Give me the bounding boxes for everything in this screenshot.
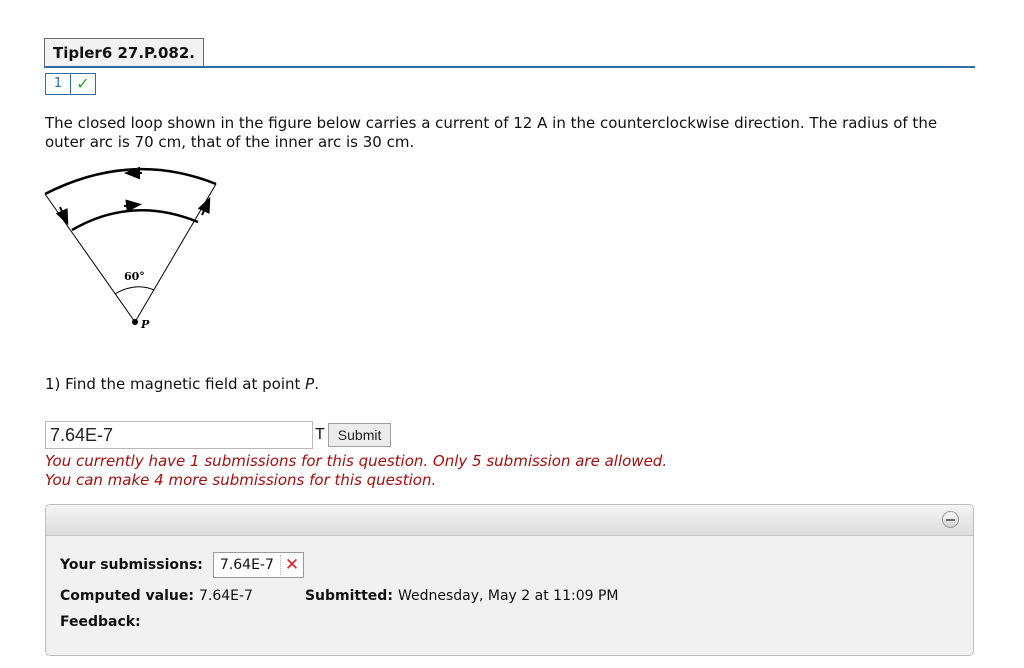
prompt-variable: P bbox=[305, 375, 315, 393]
part-navigation: 1 ✓ bbox=[45, 73, 96, 95]
submitted-value: Wednesday, May 2 at 11:09 PM bbox=[397, 588, 619, 604]
submission-chip[interactable]: 7.64E-7 ✕ bbox=[212, 552, 305, 578]
check-icon: ✓ bbox=[70, 73, 96, 95]
feedback-row: Feedback: bbox=[60, 614, 973, 630]
submissions-panel: Your submissions: 7.64E-7 ✕ Computed val… bbox=[45, 504, 974, 656]
panel-body: Your submissions: 7.64E-7 ✕ Computed val… bbox=[46, 536, 973, 630]
computed-value: 7.64E-7 bbox=[198, 588, 253, 604]
panel-header bbox=[46, 505, 973, 536]
part-1-tab[interactable]: 1 bbox=[45, 73, 71, 95]
notice-line-1: You currently have 1 submissions for thi… bbox=[45, 452, 668, 470]
question-text: The closed loop shown in the figure belo… bbox=[45, 114, 938, 151]
collapse-icon[interactable] bbox=[942, 511, 959, 528]
notice-line-2: You can make 4 more submissions for this… bbox=[45, 471, 437, 489]
your-submissions-row: Your submissions: 7.64E-7 ✕ bbox=[60, 552, 973, 578]
prompt-text: 1) Find the magnetic field at point bbox=[45, 375, 306, 393]
loop-diagram: 60° P bbox=[44, 166, 217, 331]
submit-button[interactable]: Submit bbox=[327, 423, 392, 447]
answer-row: T Submit bbox=[45, 421, 392, 449]
your-submissions-label: Your submissions: bbox=[60, 557, 203, 573]
loop-figure: 60° P bbox=[42, 160, 227, 335]
part-1-prompt: 1) Find the magnetic field at point P. bbox=[45, 375, 319, 393]
feedback-label: Feedback: bbox=[60, 614, 141, 630]
submitted-label: Submitted: bbox=[304, 588, 393, 604]
unit-label: T bbox=[315, 426, 325, 443]
point-p-label: P bbox=[140, 318, 150, 331]
prompt-end: . bbox=[314, 375, 319, 393]
angle-label: 60° bbox=[124, 270, 145, 283]
submission-notice: You currently have 1 submissions for thi… bbox=[45, 452, 667, 490]
computed-label: Computed value: bbox=[60, 588, 194, 604]
submission-value: 7.64E-7 bbox=[219, 557, 274, 573]
incorrect-x-icon: ✕ bbox=[279, 555, 299, 575]
problem-title: Tipler6 27.P.082. bbox=[44, 38, 205, 66]
computed-row: Computed value: 7.64E-7 Submitted: Wedne… bbox=[60, 588, 973, 604]
answer-input[interactable] bbox=[45, 421, 313, 449]
title-divider bbox=[44, 66, 975, 68]
